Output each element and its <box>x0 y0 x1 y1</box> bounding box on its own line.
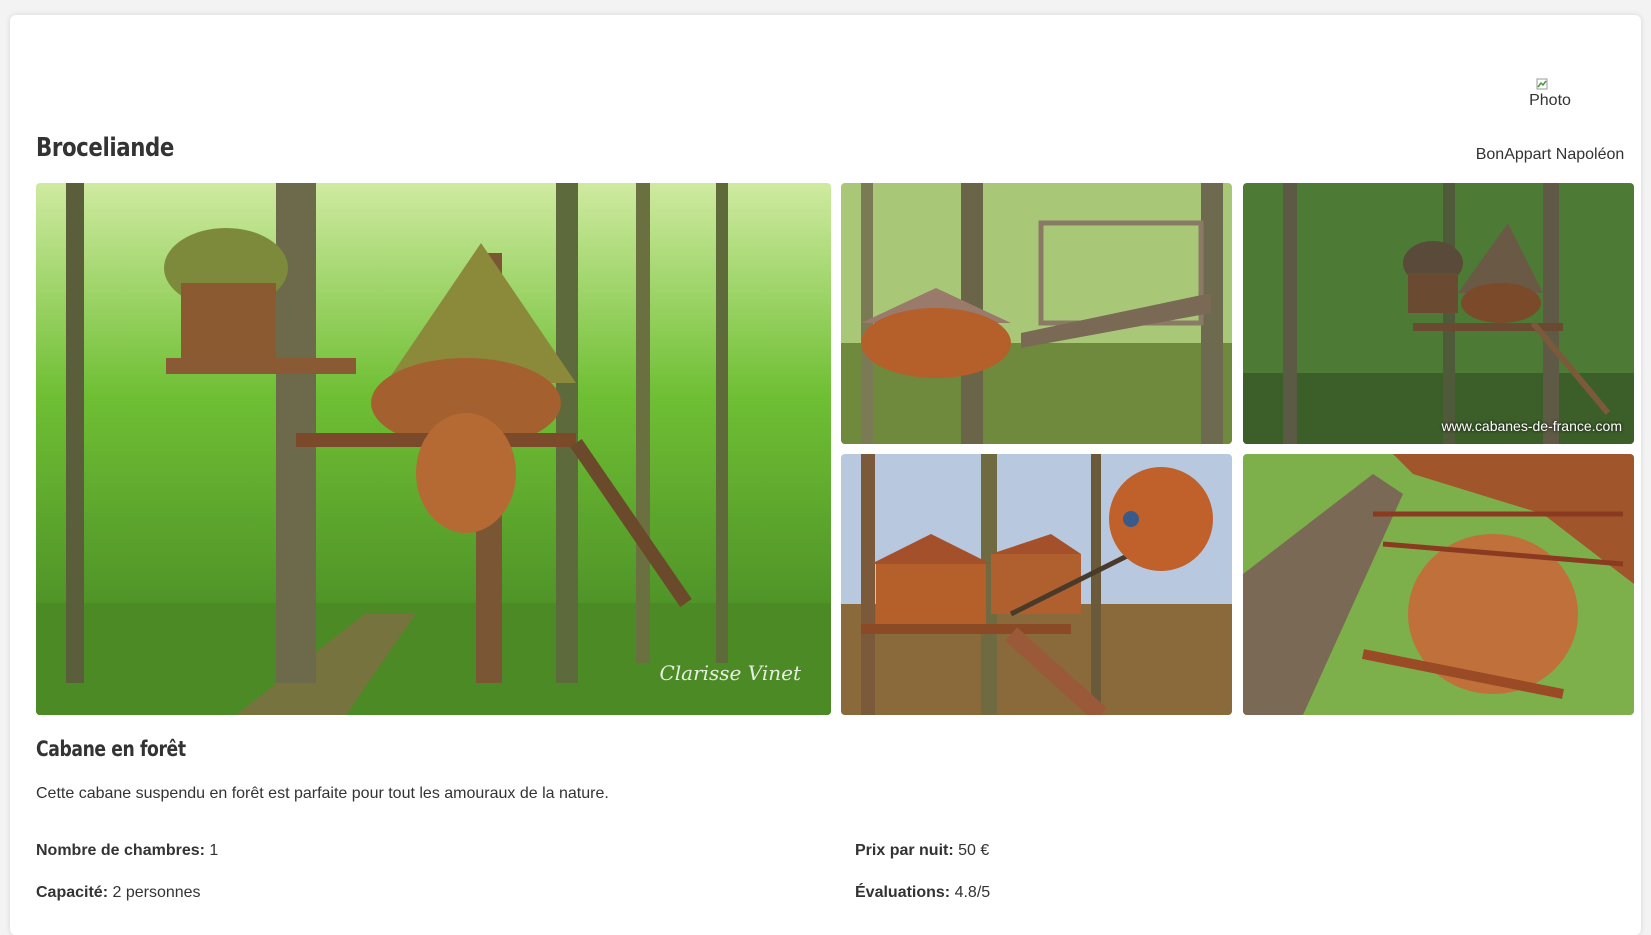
host-avatar-alt: Photo <box>1529 92 1571 109</box>
capacity-label: Capacité: <box>36 884 109 901</box>
listing-card: Broceliande Photo BonAppart Napoléon Cla… <box>10 15 1641 935</box>
rating-label: Évaluations: <box>855 884 951 901</box>
gallery-photo-main[interactable]: Clarisse Vinet <box>36 183 831 715</box>
gallery-photo-4[interactable] <box>841 454 1232 715</box>
price-info: Prix par nuit: 50 € <box>855 842 989 860</box>
host-block[interactable]: Photo BonAppart Napoléon <box>1450 78 1650 164</box>
gallery-photo-2[interactable] <box>841 183 1232 444</box>
treehouse-huts-image <box>1243 183 1634 444</box>
rooms-value: 1 <box>204 842 219 859</box>
capacity-info: Capacité: 2 personnes <box>36 884 201 902</box>
capacity-value: 2 personnes <box>108 884 201 901</box>
rooms-info: Nombre de chambres: 1 <box>36 842 218 860</box>
price-value: 50 € <box>953 842 990 859</box>
treehouse-bridge-image <box>841 183 1232 444</box>
rating-info: Évaluations: 4.8/5 <box>855 884 990 902</box>
treehouse-underside-image <box>1243 454 1634 715</box>
rooms-label: Nombre de chambres: <box>36 842 205 859</box>
gallery-photo-3[interactable]: www.cabanes-de-france.com <box>1243 183 1634 444</box>
rating-value: 4.8/5 <box>950 884 991 901</box>
listing-description: Cette cabane suspendu en forêt est parfa… <box>36 785 609 802</box>
gallery-photo-5[interactable] <box>1243 454 1634 715</box>
host-name[interactable]: BonAppart Napoléon <box>1450 146 1650 164</box>
treehouse-forest-image <box>36 183 831 715</box>
photo-watermark: www.cabanes-de-france.com <box>1441 418 1622 434</box>
photo-signature: Clarisse Vinet <box>659 661 801 685</box>
price-label: Prix par nuit: <box>855 842 954 859</box>
treehouse-sphere-image <box>841 454 1232 715</box>
listing-subtitle: Cabane en forêt <box>36 737 186 761</box>
host-avatar[interactable]: Photo <box>1520 78 1580 122</box>
page-title: Broceliande <box>36 133 174 163</box>
broken-image-icon <box>1536 78 1548 90</box>
